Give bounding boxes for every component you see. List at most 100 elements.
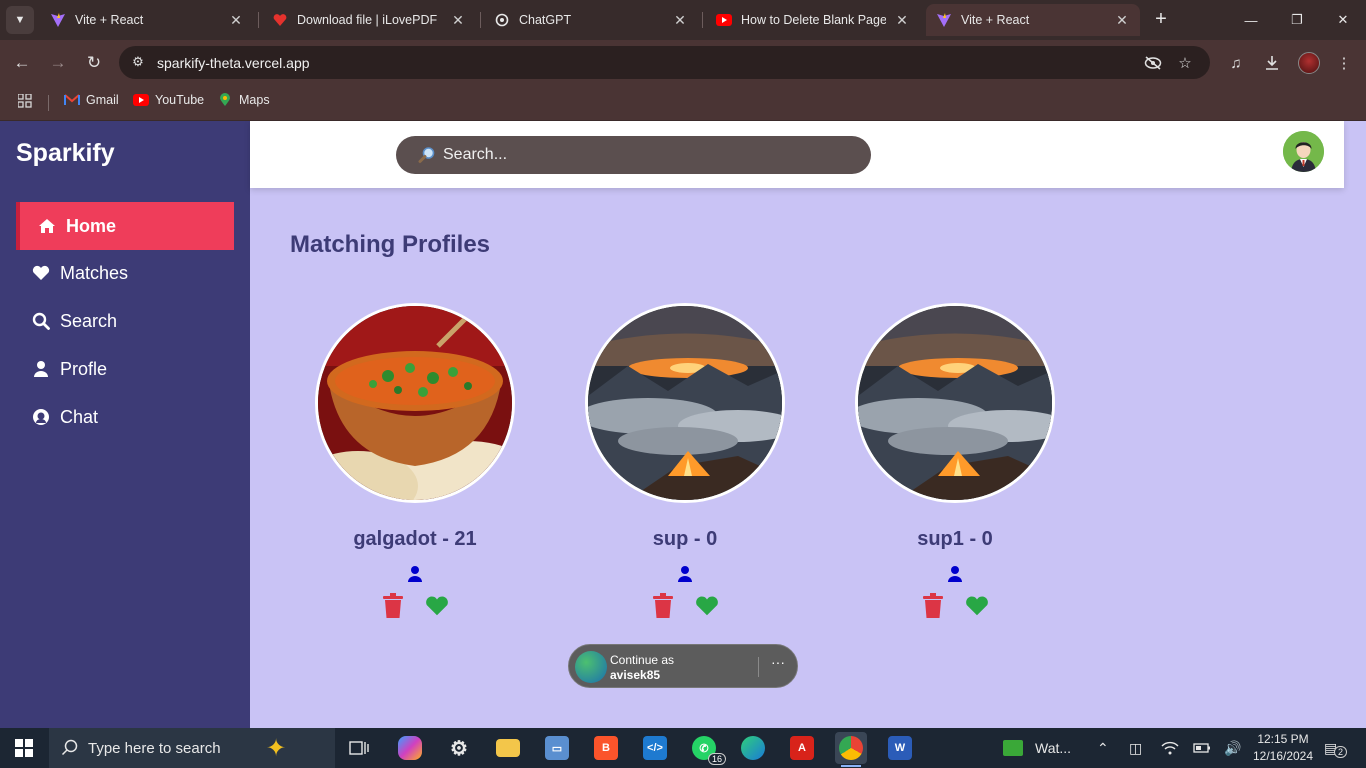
browser-tab[interactable]: ChatGPT ✕ bbox=[484, 4, 698, 36]
sidebar-item-label: Profle bbox=[60, 358, 108, 379]
clock-date: 12/16/2024 bbox=[1252, 749, 1314, 763]
bookmark-youtube[interactable]: YouTube bbox=[133, 93, 204, 107]
delete-trash-icon[interactable] bbox=[651, 593, 675, 619]
windows-start-icon[interactable] bbox=[0, 728, 48, 768]
google-continue-as-button[interactable]: Continue as avisek85 ··· bbox=[568, 644, 798, 688]
vscode-icon[interactable]: </> bbox=[639, 732, 671, 764]
tab-close-icon[interactable]: ✕ bbox=[450, 12, 466, 29]
minimize-icon[interactable]: ― bbox=[1228, 0, 1274, 40]
weather-widget[interactable]: Wat... bbox=[1003, 728, 1071, 768]
sidebar: Sparkify Home Matches Search Profle Chat bbox=[0, 121, 250, 728]
person-icon[interactable] bbox=[407, 565, 423, 583]
brand-logo[interactable]: Sparkify bbox=[16, 139, 115, 168]
sidebar-item-home[interactable]: Home bbox=[16, 202, 234, 250]
meet-now-icon[interactable]: ◫ bbox=[1129, 728, 1142, 768]
sidebar-item-matches[interactable]: Matches bbox=[16, 249, 234, 297]
clock-time: 12:15 PM bbox=[1257, 732, 1309, 746]
bookmark-label: YouTube bbox=[155, 93, 205, 107]
like-heart-icon[interactable] bbox=[965, 593, 989, 619]
ilovepdf-heart-icon bbox=[272, 12, 288, 28]
profile-card: sup1 - 0 bbox=[855, 303, 1055, 619]
word-icon[interactable]: W bbox=[884, 732, 916, 764]
person-icon[interactable] bbox=[677, 565, 693, 583]
back-icon[interactable]: ← bbox=[9, 50, 35, 76]
tab-close-icon[interactable]: ✕ bbox=[894, 12, 910, 29]
eye-slash-icon[interactable] bbox=[1142, 52, 1164, 74]
sidebar-item-search[interactable]: Search bbox=[16, 297, 234, 345]
browser-tab[interactable]: How to Delete Blank Page in ✕ bbox=[706, 4, 920, 36]
acrobat-icon[interactable]: A bbox=[786, 732, 818, 764]
youtube-icon bbox=[133, 93, 149, 107]
profile-actions bbox=[585, 593, 785, 619]
browser-toolbar: ← → ↻ ⚙ sparkify-theta.vercel.app ☆ ♫ ⋮ bbox=[0, 40, 1366, 86]
copilot-icon[interactable] bbox=[394, 732, 426, 764]
tab-close-icon[interactable]: ✕ bbox=[1114, 12, 1130, 29]
user-avatar[interactable] bbox=[1283, 131, 1324, 172]
remote-desktop-icon[interactable]: ▭ bbox=[541, 732, 573, 764]
whatsapp-badge: 16 bbox=[707, 753, 726, 765]
tab-title: Vite + React bbox=[961, 13, 1030, 27]
maps-icon bbox=[217, 93, 233, 107]
profile-card: sup - 0 bbox=[585, 303, 785, 619]
mountain-tent-photo[interactable] bbox=[585, 303, 785, 503]
tab-search-button[interactable]: ▼ bbox=[6, 6, 34, 34]
magnifier-icon bbox=[418, 146, 436, 164]
brave-browser-icon[interactable]: B bbox=[590, 732, 622, 764]
bookmark-maps[interactable]: Maps bbox=[217, 93, 270, 107]
browser-profile-avatar[interactable] bbox=[1298, 52, 1320, 74]
address-bar[interactable]: ⚙ sparkify-theta.vercel.app ☆ bbox=[119, 46, 1210, 79]
person-icon[interactable] bbox=[947, 565, 963, 583]
youtube-icon bbox=[716, 12, 732, 28]
tab-close-icon[interactable]: ✕ bbox=[672, 12, 688, 29]
task-view-icon[interactable] bbox=[343, 732, 375, 764]
file-explorer-icon[interactable] bbox=[492, 732, 524, 764]
sidebar-item-profile[interactable]: Profle bbox=[16, 345, 234, 393]
search-bar[interactable] bbox=[396, 136, 871, 174]
site-info-icon[interactable]: ⚙ bbox=[127, 51, 149, 73]
close-window-icon[interactable]: ✕ bbox=[1320, 0, 1366, 40]
web-page: Sparkify Home Matches Search Profle Chat… bbox=[0, 121, 1366, 728]
whatsapp-icon[interactable]: ✆ 16 bbox=[688, 732, 726, 765]
search-input[interactable] bbox=[443, 146, 843, 164]
browser-tab[interactable]: Vite + React ✕ bbox=[40, 4, 254, 36]
wifi-icon[interactable] bbox=[1161, 728, 1179, 768]
reload-icon[interactable]: ↻ bbox=[81, 50, 107, 76]
like-heart-icon[interactable] bbox=[425, 593, 449, 619]
restore-icon[interactable]: ❐ bbox=[1274, 0, 1320, 40]
notification-center-icon[interactable]: ▤ 2 bbox=[1324, 728, 1348, 768]
openai-icon bbox=[494, 12, 510, 28]
volume-icon[interactable]: 🔊 bbox=[1224, 728, 1241, 768]
more-options-icon[interactable]: ··· bbox=[768, 654, 788, 670]
mountain-tent-photo[interactable] bbox=[855, 303, 1055, 503]
sidebar-item-label: Home bbox=[66, 215, 117, 236]
taskbar-search-box[interactable]: Type here to search ✦ bbox=[49, 728, 335, 768]
forward-icon[interactable]: → bbox=[45, 50, 71, 76]
search-icon bbox=[61, 739, 79, 757]
like-heart-icon[interactable] bbox=[695, 593, 719, 619]
food-curry-photo[interactable] bbox=[315, 303, 515, 503]
weather-icon bbox=[1003, 740, 1023, 756]
new-tab-button[interactable]: + bbox=[1150, 8, 1172, 30]
show-hidden-icons-icon[interactable]: ⌃ bbox=[1097, 728, 1109, 768]
chrome-icon[interactable] bbox=[835, 732, 867, 767]
address-url[interactable]: sparkify-theta.vercel.app bbox=[157, 55, 310, 71]
delete-trash-icon[interactable] bbox=[381, 593, 405, 619]
sidebar-item-chat[interactable]: Chat bbox=[16, 393, 234, 441]
tab-close-icon[interactable]: ✕ bbox=[228, 12, 244, 29]
menu-kebab-icon[interactable]: ⋮ bbox=[1332, 51, 1356, 75]
weather-text: Wat... bbox=[1035, 740, 1072, 756]
bookmark-gmail[interactable]: Gmail bbox=[64, 93, 119, 107]
battery-icon[interactable] bbox=[1193, 728, 1211, 768]
system-clock[interactable]: 12:15 PM 12/16/2024 bbox=[1248, 731, 1318, 765]
edge-browser-icon[interactable] bbox=[737, 732, 769, 764]
download-icon[interactable] bbox=[1260, 51, 1284, 75]
bookmark-star-icon[interactable]: ☆ bbox=[1174, 52, 1196, 74]
settings-gear-icon[interactable]: ⚙ bbox=[443, 732, 475, 764]
media-control-icon[interactable]: ♫ bbox=[1224, 51, 1248, 75]
browser-tab-active[interactable]: Vite + React ✕ bbox=[926, 4, 1140, 36]
browser-tab[interactable]: Download file | iLovePDF ✕ bbox=[262, 4, 476, 36]
apps-grid-icon[interactable] bbox=[17, 93, 32, 111]
profile-actions bbox=[855, 593, 1055, 619]
google-account-avatar bbox=[575, 651, 607, 683]
delete-trash-icon[interactable] bbox=[921, 593, 945, 619]
